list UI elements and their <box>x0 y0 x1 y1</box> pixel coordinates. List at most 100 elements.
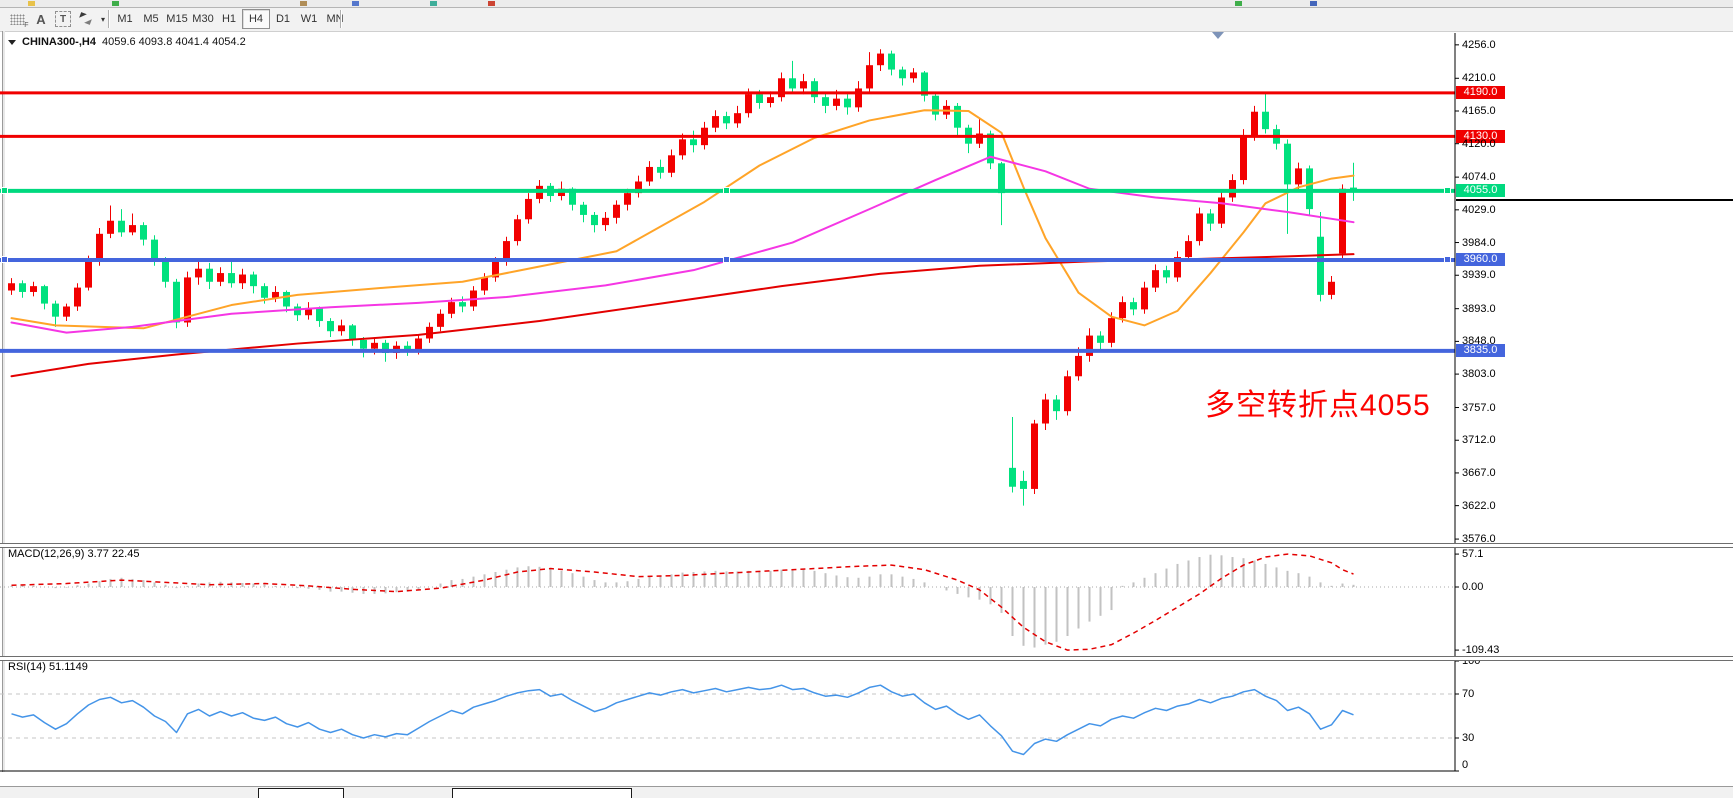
line-drag-handle[interactable] <box>723 187 730 194</box>
candle <box>877 54 884 66</box>
candle <box>360 340 367 349</box>
candle <box>1240 136 1247 180</box>
candle <box>1031 424 1038 489</box>
price-tick-label: 3984.0 <box>1462 237 1496 249</box>
candle <box>778 78 785 97</box>
candle <box>855 88 862 107</box>
candle <box>1042 400 1049 424</box>
price-tick-label: 4256.0 <box>1462 39 1496 51</box>
candle <box>261 286 268 298</box>
panel-splitter-rsi[interactable] <box>0 656 1733 661</box>
candle <box>591 215 598 225</box>
candle <box>118 221 125 233</box>
candle <box>96 234 103 262</box>
symbol-period-label: CHINA300-,H4 <box>22 36 96 48</box>
candle <box>899 70 906 79</box>
ma-magenta <box>12 157 1354 333</box>
clipped-taskbar-button <box>452 788 632 798</box>
candle <box>74 288 81 307</box>
candle <box>1097 336 1104 343</box>
candle <box>1130 302 1137 309</box>
candle <box>228 273 235 283</box>
candle <box>1108 318 1115 343</box>
candle <box>756 94 763 103</box>
candle <box>866 65 873 88</box>
candle <box>41 286 48 303</box>
chart-text-annotation[interactable]: 多空转折点4055 <box>1205 380 1431 424</box>
candle <box>85 261 92 287</box>
candle <box>459 302 466 306</box>
candle <box>151 240 158 260</box>
macd-indicator-label: MACD(12,26,9) 3.77 22.45 <box>8 548 139 560</box>
price-tick-label: 3893.0 <box>1462 303 1496 315</box>
candle <box>162 260 169 282</box>
chart-canvas[interactable] <box>0 0 1733 798</box>
candle <box>723 116 730 123</box>
candle <box>745 94 752 113</box>
candle <box>1328 282 1335 295</box>
price-tick-label: 4165.0 <box>1462 105 1496 117</box>
price-tick-label: 4210.0 <box>1462 72 1496 84</box>
candle <box>1064 376 1071 411</box>
candle <box>1207 213 1214 223</box>
candle <box>1196 213 1203 241</box>
candle <box>690 139 697 145</box>
line-drag-handle[interactable] <box>1 256 8 263</box>
candle <box>613 205 620 218</box>
candle <box>1119 302 1126 318</box>
candle <box>1009 468 1016 487</box>
line-drag-handle[interactable] <box>1444 187 1451 194</box>
rsi-line <box>12 685 1354 754</box>
macd-signal-line <box>12 554 1354 650</box>
candle <box>1251 112 1258 137</box>
candle <box>19 283 26 292</box>
clipped-taskbar-button <box>258 788 344 798</box>
candle <box>1295 168 1302 184</box>
candle <box>888 54 895 70</box>
candle <box>206 269 213 282</box>
candle <box>316 308 323 321</box>
candle <box>415 338 422 350</box>
price-tick-label: 3803.0 <box>1462 368 1496 380</box>
candle <box>525 199 532 219</box>
candle <box>283 292 290 307</box>
candle <box>822 97 829 106</box>
candle <box>217 273 224 282</box>
rsi-tick-label: 0 <box>1462 759 1468 771</box>
candle <box>1053 400 1060 412</box>
panel-splitter-macd[interactable] <box>0 543 1733 548</box>
line-drag-handle[interactable] <box>723 256 730 263</box>
candle <box>679 139 686 155</box>
candle <box>1229 180 1236 197</box>
collapse-triangle-icon[interactable] <box>8 40 16 45</box>
candle <box>800 81 807 88</box>
candle <box>338 325 345 331</box>
candle <box>734 113 741 123</box>
candle <box>1185 241 1192 257</box>
candle <box>646 167 653 182</box>
rsi-tick-label: 30 <box>1462 732 1474 744</box>
candle <box>63 306 70 316</box>
candle <box>327 321 334 331</box>
price-tick-label: 3667.0 <box>1462 467 1496 479</box>
candle <box>1284 144 1291 185</box>
candle <box>448 302 455 314</box>
candle <box>624 193 631 205</box>
line-drag-handle[interactable] <box>1444 256 1451 263</box>
price-tick-label: 3939.0 <box>1462 269 1496 281</box>
candle <box>1086 336 1093 356</box>
last-price-axis-marker <box>1456 199 1733 201</box>
price-tick-label: 3712.0 <box>1462 434 1496 446</box>
line-drag-handle[interactable] <box>1 187 8 194</box>
candle <box>239 275 246 284</box>
candle <box>712 116 719 128</box>
candle <box>8 283 15 290</box>
macd-tick-label: 0.00 <box>1462 581 1483 593</box>
price-tick-label: 3757.0 <box>1462 402 1496 414</box>
candle <box>789 78 796 88</box>
candle <box>1218 197 1225 223</box>
price-line-badge: 3960.0 <box>1456 253 1505 266</box>
price-line-badge: 4055.0 <box>1456 184 1505 197</box>
chart-symbol-title: CHINA300-,H4 4059.6 4093.8 4041.4 4054.2 <box>8 36 246 48</box>
time-axis[interactable] <box>0 772 1733 786</box>
